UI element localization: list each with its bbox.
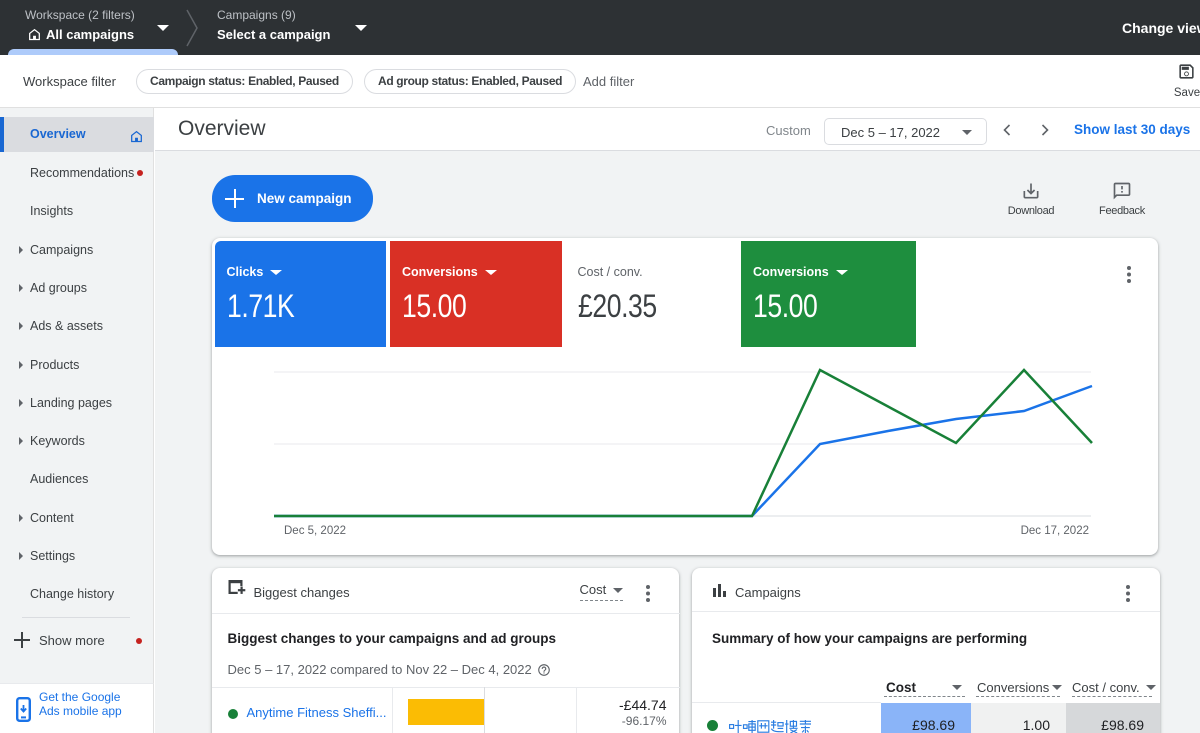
svg-text:Dec 5, 2022: Dec 5, 2022 [284,525,346,537]
svg-text:Dec 17, 2022: Dec 17, 2022 [1020,525,1088,537]
